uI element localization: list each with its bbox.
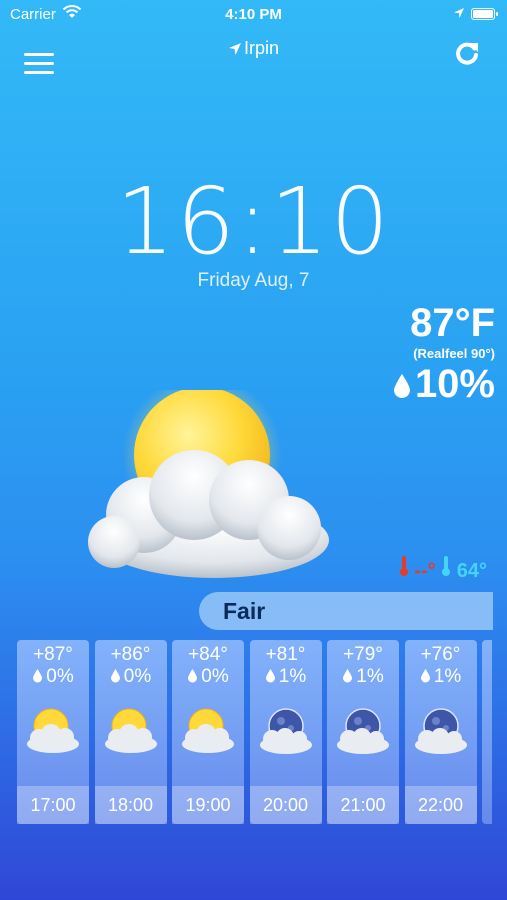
hourly-time: 18:00 bbox=[94, 786, 167, 824]
hourly-card[interactable]: +79° 1% 21:00 bbox=[327, 640, 399, 824]
hourly-temperature: +86° bbox=[110, 644, 151, 665]
status-time: 4:10 PM bbox=[225, 6, 282, 23]
date-label: Friday Aug, 7 bbox=[197, 270, 310, 291]
hourly-time: 20:00 bbox=[249, 786, 322, 824]
hourly-precipitation: 0% bbox=[172, 666, 244, 689]
hourly-card[interactable]: +81° 1% 20:00 bbox=[249, 640, 322, 824]
precipitation-value: 10% bbox=[414, 362, 495, 406]
moon-cloud-icon bbox=[413, 706, 469, 756]
sun-cloud-icon bbox=[84, 375, 334, 590]
big-clock: 16:10 bbox=[115, 168, 392, 275]
hourly-precipitation: 0% bbox=[95, 666, 167, 689]
hourly-time: 17:00 bbox=[17, 786, 89, 824]
hourly-precipitation-value: 1% bbox=[433, 666, 462, 687]
navigation-arrow-icon bbox=[228, 40, 242, 61]
current-temperature: 87°F bbox=[410, 301, 495, 345]
max-temperature: 64° bbox=[456, 560, 487, 582]
hourly-temperature: +84° bbox=[188, 644, 228, 665]
hourly-temperature: +79° bbox=[343, 644, 383, 665]
hourly-card[interactable]: +87° 0% 17:00 bbox=[17, 640, 89, 824]
raindrop-icon bbox=[32, 667, 43, 689]
realfeel-label: (Realfeel 90°) bbox=[413, 346, 495, 361]
sun-cloud-icon bbox=[25, 706, 81, 756]
hourly-precipitation-value: 1% bbox=[278, 666, 307, 687]
hourly-forecast[interactable]: +87° 0% 17:00 +86° 0% 18:00 +84° 0% 19:0… bbox=[0, 640, 492, 826]
status-bar: Carrier 4:10 PM bbox=[0, 0, 507, 30]
hourly-card[interactable]: +86° 0% 18:00 bbox=[94, 640, 167, 824]
hourly-precipitation: 1% bbox=[327, 666, 399, 689]
thermometer-hot-icon bbox=[399, 556, 415, 582]
raindrop-icon bbox=[187, 667, 198, 689]
hourly-precipitation-value: 1% bbox=[356, 666, 384, 687]
current-conditions: 87°F (Realfeel 90°) 10% bbox=[393, 300, 495, 409]
raindrop-icon bbox=[342, 667, 353, 689]
hourly-card[interactable]: +84° 0% 19:00 bbox=[172, 640, 244, 824]
min-temperature: --° bbox=[414, 560, 436, 582]
moon-cloud-icon bbox=[258, 706, 314, 756]
location-arrow-icon bbox=[453, 6, 465, 24]
condition-label: Fair bbox=[199, 592, 493, 630]
hourly-precipitation: 1% bbox=[405, 666, 477, 689]
hourly-time: 19:00 bbox=[172, 786, 244, 824]
raindrop-icon bbox=[265, 667, 276, 689]
hourly-precipitation: 1% bbox=[250, 666, 322, 689]
location-name: Irpin bbox=[243, 38, 279, 58]
min-max-temperature: --° 64° bbox=[399, 555, 487, 583]
hourly-temperature: +81° bbox=[265, 644, 306, 665]
battery-icon bbox=[471, 8, 498, 20]
refresh-icon bbox=[456, 42, 478, 65]
sun-cloud-icon bbox=[180, 706, 236, 756]
precipitation-chance: 10% bbox=[393, 361, 495, 409]
thermometer-cold-icon bbox=[441, 556, 457, 582]
refresh-button[interactable] bbox=[453, 39, 481, 67]
hourly-time: 22:00 bbox=[404, 786, 477, 824]
hourly-precipitation-value: 0% bbox=[123, 666, 152, 687]
raindrop-icon bbox=[420, 667, 431, 689]
hourly-time: 21:00 bbox=[327, 786, 399, 824]
moon-cloud-icon bbox=[335, 706, 391, 756]
hourly-precipitation: 0% bbox=[17, 666, 89, 689]
raindrop-icon bbox=[393, 363, 411, 409]
raindrop-icon bbox=[110, 667, 121, 689]
hourly-card[interactable]: +76° 1% 22:00 bbox=[404, 640, 477, 824]
hourly-precipitation-value: 0% bbox=[201, 666, 229, 687]
location-title[interactable]: Irpin bbox=[0, 38, 507, 61]
sun-cloud-icon bbox=[103, 706, 159, 756]
hourly-temperature: +76° bbox=[420, 644, 461, 665]
hourly-card-partial[interactable] bbox=[482, 640, 492, 824]
hourly-temperature: +87° bbox=[33, 644, 73, 665]
hourly-precipitation-value: 0% bbox=[46, 666, 74, 687]
